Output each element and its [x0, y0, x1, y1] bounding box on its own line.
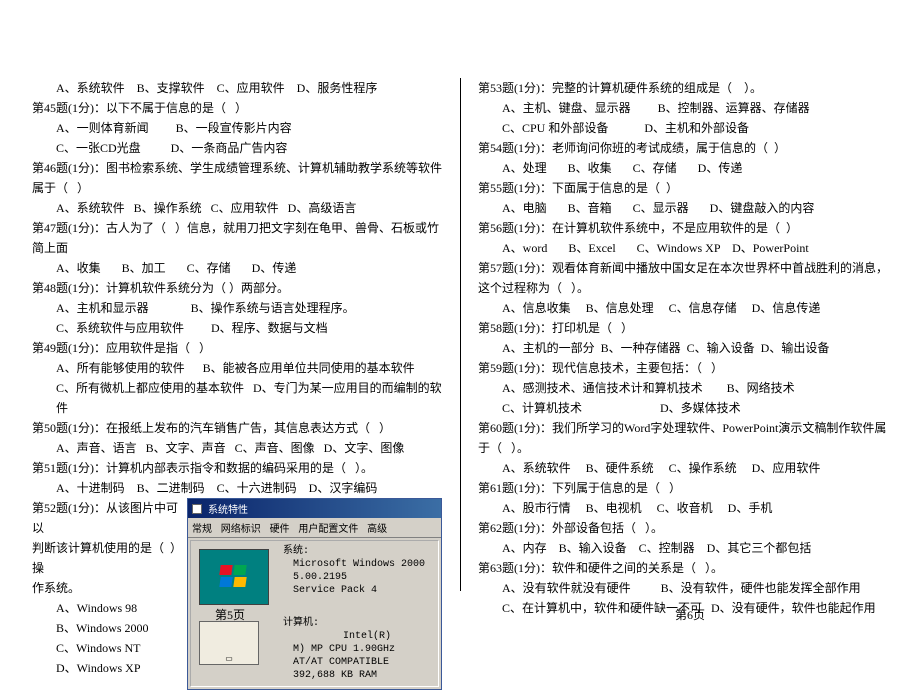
options-line: A、系统软件 B、支撑软件 C、应用软件 D、服务性程序 — [32, 78, 442, 98]
question-57-options: A、信息收集 B、信息处理 C、信息存储 D、信息传递 — [478, 298, 888, 318]
system-label: 系统: — [283, 545, 425, 558]
question-53-options-b: C、CPU 和外部设备 D、主机和外部设备 — [478, 118, 888, 138]
question-63-options-a: A、没有软件就没有硬件 B、没有软件，硬件也能发挥全部作用 — [478, 578, 888, 598]
question-55: 第55题(1分)：下面属于信息的是（ ） — [478, 178, 888, 198]
question-62: 第62题(1分)：外部设备包括（ ）。 — [478, 518, 888, 538]
window-title: 系统特性 — [208, 501, 248, 516]
question-59-options-b: C、计算机技术 D、多媒体技术 — [478, 398, 888, 418]
question-62-options: A、内存 B、输入设备 C、控制器 D、其它三个都包括 — [478, 538, 888, 558]
window-icon — [192, 504, 202, 514]
question-45: 第45题(1分)：以下不属于信息的是（ ） — [32, 98, 442, 118]
question-53: 第53题(1分)：完整的计算机硬件系统的组成是（ ）。 — [478, 78, 888, 98]
question-45-options-a: A、一则体育新闻 B、一段宣传影片内容 — [32, 118, 442, 138]
question-61-options: A、股市行情 B、电视机 C、收音机 D、手机 — [478, 498, 888, 518]
tab-general: 常规 — [192, 524, 212, 535]
at-compatible: AT/AT COMPATIBLE — [283, 656, 395, 669]
question-60-options: A、系统软件 B、硬件系统 C、操作系统 D、应用软件 — [478, 458, 888, 478]
page-number-right: 第6页 — [460, 606, 920, 623]
question-52-line3: 作系统。 — [32, 578, 187, 598]
service-pack: Service Pack 4 — [283, 584, 425, 597]
ram-info: 392,688 KB RAM — [283, 669, 395, 682]
computer-icon: ▭ — [199, 621, 259, 665]
question-48-options-b: C、系统软件与应用软件 D、程序、数据与文档 — [32, 318, 442, 338]
question-59: 第59题(1分)：现代信息技术，主要包括：（ ） — [478, 358, 888, 378]
question-45-options-b: C、一张CD光盘 D、一条商品广告内容 — [32, 138, 442, 158]
right-column: 第53题(1分)：完整的计算机硬件系统的组成是（ ）。 A、主机、键盘、显示器 … — [460, 78, 920, 560]
question-52-option-c: C、Windows NT — [32, 638, 187, 658]
question-52-line1: 第52题(1分)：从该图片中可以 — [32, 498, 187, 538]
system-properties-window: 系统特性 常规 网络标识 硬件 用户配置文件 高级 — [187, 498, 442, 690]
question-52-block: 第52题(1分)：从该图片中可以 判断该计算机使用的是（ ）操 作系统。 A、W… — [32, 498, 442, 690]
question-51: 第51题(1分)：计算机内部表示指令和数据的编码采用的是（ ）。 — [32, 458, 442, 478]
page-content: A、系统软件 B、支撑软件 C、应用软件 D、服务性程序 第45题(1分)：以下… — [0, 0, 920, 560]
cpu-info: M) MP CPU 1.90GHz — [283, 643, 395, 656]
question-61: 第61题(1分)：下列属于信息的是（ ） — [478, 478, 888, 498]
question-47: 第47题(1分)：古人为了（ ）信息，就用刀把文字刻在龟甲、兽骨、石板或竹简上面 — [32, 218, 442, 258]
question-52-line2: 判断该计算机使用的是（ ）操 — [32, 538, 187, 578]
question-48-options-a: A、主机和显示器 B、操作系统与语言处理程序。 — [32, 298, 442, 318]
windows-logo — [199, 549, 269, 605]
question-46-options: A、系统软件 B、操作系统 C、应用软件 D、高级语言 — [32, 198, 442, 218]
question-59-options-a: A、感测技术、通信技术计和算机技术 B、网络技术 — [478, 378, 888, 398]
question-54: 第54题(1分)：老师询问你班的考试成绩，属于信息的（ ） — [478, 138, 888, 158]
system-info: 系统: Microsoft Windows 2000 5.00.2195 Ser… — [277, 545, 425, 609]
question-50-options: A、声音、语言 B、文字、声音 C、声音、图像 D、文字、图像 — [32, 438, 442, 458]
question-49-options-a: A、所有能够使用的软件 B、能被各应用单位共同使用的基本软件 — [32, 358, 442, 378]
question-49: 第49题(1分)：应用软件是指（ ） — [32, 338, 442, 358]
question-53-options-a: A、主机、键盘、显示器 B、控制器、运算器、存储器 — [478, 98, 888, 118]
page-number-left: 第5页 — [0, 606, 460, 623]
tab-hardware: 硬件 — [270, 524, 290, 535]
question-50: 第50题(1分)：在报纸上发布的汽车销售广告，其信息表达方式（ ） — [32, 418, 442, 438]
question-48: 第48题(1分)：计算机软件系统分为（ ）两部分。 — [32, 278, 442, 298]
window-tabs: 常规 网络标识 硬件 用户配置文件 高级 — [188, 518, 441, 538]
question-56-options: A、word B、Excel C、Windows XP D、PowerPoint — [478, 238, 888, 258]
question-52-option-d: D、Windows XP — [32, 658, 187, 678]
question-63: 第63题(1分)：软件和硬件之间的关系是（ ）。 — [478, 558, 888, 578]
left-column: A、系统软件 B、支撑软件 C、应用软件 D、服务性程序 第45题(1分)：以下… — [0, 78, 460, 560]
question-55-options: A、电脑 B、音箱 C、显示器 D、键盘敲入的内容 — [478, 198, 888, 218]
computer-info: 计算机: Intel(R) M) MP CPU 1.90GHz AT/AT CO… — [277, 617, 395, 682]
question-52-text: 第52题(1分)：从该图片中可以 判断该计算机使用的是（ ）操 作系统。 A、W… — [32, 498, 187, 690]
question-58-options: A、主机的一部分 B、一种存储器 C、输入设备 D、输出设备 — [478, 338, 888, 358]
tab-userprofile: 用户配置文件 — [298, 524, 358, 535]
window-titlebar: 系统特性 — [188, 499, 441, 518]
question-54-options: A、处理 B、收集 C、存储 D、传递 — [478, 158, 888, 178]
question-47-options: A、收集 B、加工 C、存储 D、传递 — [32, 258, 442, 278]
question-56: 第56题(1分)：在计算机软件系统中，不是应用软件的是（ ） — [478, 218, 888, 238]
question-51-options: A、十进制码 B、二进制码 C、十六进制码 D、汉字编码 — [32, 478, 442, 498]
question-60: 第60题(1分)：我们所学习的Word字处理软件、PowerPoint演示文稿制… — [478, 418, 888, 458]
os-name: Microsoft Windows 2000 — [283, 558, 425, 571]
chip-brand: Intel(R) — [283, 630, 395, 643]
question-58: 第58题(1分)：打印机是（ ） — [478, 318, 888, 338]
question-46: 第46题(1分)：图书检索系统、学生成绩管理系统、计算机辅助教学系统等软件属于（… — [32, 158, 442, 198]
tab-advanced: 高级 — [367, 524, 387, 535]
os-version: 5.00.2195 — [283, 571, 425, 584]
tab-network: 网络标识 — [221, 524, 261, 535]
windows-flag-icon — [220, 565, 248, 589]
question-49-options-b: C、所有微机上都应使用的基本软件 D、专门为某一应用目的而编制的软件 — [32, 378, 442, 418]
question-57: 第57题(1分)：观看体育新闻中播放中国女足在本次世界杯中首战胜利的消息，这个过… — [478, 258, 888, 298]
